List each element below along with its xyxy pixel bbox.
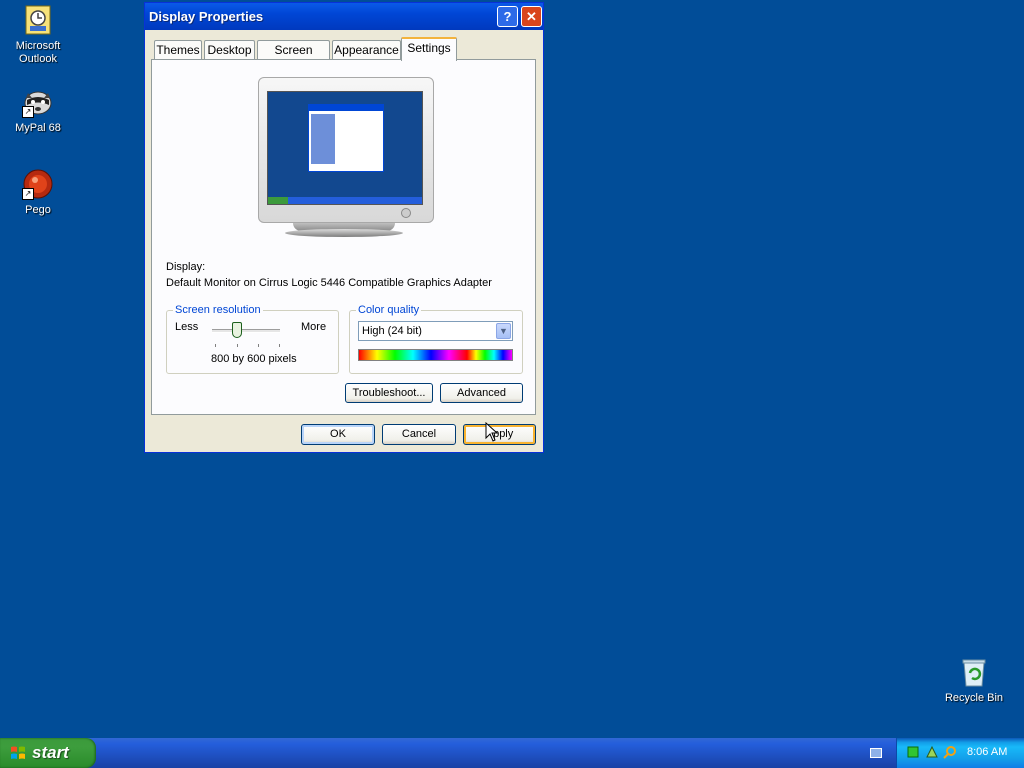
desktop-icon-recycle-bin[interactable]: Recycle Bin bbox=[936, 656, 1012, 705]
resolution-less-label: Less bbox=[175, 321, 199, 333]
display-label: Display: bbox=[166, 261, 206, 273]
apply-button[interactable]: Apply bbox=[463, 424, 536, 445]
network-icon[interactable] bbox=[907, 746, 919, 758]
system-tray: 8:06 AM bbox=[896, 738, 1024, 768]
resolution-more-label: More bbox=[301, 321, 327, 333]
chevron-down-icon[interactable]: ▼ bbox=[496, 323, 511, 339]
window-title: Display Properties bbox=[149, 9, 264, 24]
cancel-button[interactable]: Cancel bbox=[382, 424, 456, 445]
start-label: start bbox=[32, 743, 69, 762]
desktop-icon-mypal[interactable]: ↗ MyPal 68 bbox=[0, 86, 76, 135]
slider-tick bbox=[258, 344, 259, 347]
resolution-slider-track[interactable] bbox=[212, 329, 280, 333]
outlook-icon bbox=[22, 4, 54, 36]
display-adapter-name: Default Monitor on Cirrus Logic 5446 Com… bbox=[166, 277, 492, 289]
desktop-icon-label: Pego bbox=[25, 204, 51, 216]
start-button[interactable]: start bbox=[0, 738, 96, 768]
slider-tick bbox=[237, 344, 238, 347]
raccoon-icon: ↗ bbox=[22, 86, 54, 118]
recycle-bin-icon bbox=[958, 656, 990, 688]
taskbar-clock[interactable]: 8:06 AM bbox=[967, 746, 1007, 758]
monitor-power-icon bbox=[401, 208, 411, 218]
color-quality-legend: Color quality bbox=[356, 304, 422, 316]
advanced-button[interactable]: Advanced bbox=[440, 383, 523, 403]
ok-button[interactable]: OK bbox=[301, 424, 375, 445]
monitor-base bbox=[285, 229, 403, 237]
close-button[interactable]: ✕ bbox=[521, 6, 542, 27]
screen-resolution-legend: Screen resolution bbox=[173, 304, 263, 316]
desktop-icon-label: Microsoft bbox=[15, 40, 61, 52]
tab-appearance[interactable]: Appearance bbox=[332, 40, 401, 60]
resolution-value: 800 by 600 pixels bbox=[211, 353, 297, 365]
search-icon[interactable] bbox=[943, 745, 957, 759]
mini-taskbar bbox=[268, 197, 422, 204]
mini-start-button bbox=[268, 197, 288, 204]
help-button[interactable]: ? bbox=[497, 6, 518, 27]
desktop-icon-outlook[interactable]: Microsoft Outlook bbox=[0, 4, 76, 66]
resolution-slider-thumb[interactable] bbox=[232, 322, 242, 338]
tab-settings[interactable]: Settings bbox=[401, 37, 457, 61]
troubleshoot-button[interactable]: Troubleshoot... bbox=[345, 383, 433, 403]
mouse-cursor-icon bbox=[485, 422, 499, 442]
desktop-icon-label: Outlook bbox=[19, 53, 57, 65]
safely-remove-icon[interactable] bbox=[925, 745, 939, 759]
windows-logo-icon bbox=[11, 746, 25, 759]
pego-icon: ↗ bbox=[22, 168, 54, 200]
color-quality-selected: High (24 bit) bbox=[362, 325, 422, 337]
monitor-screen bbox=[267, 91, 423, 205]
shortcut-arrow-icon: ↗ bbox=[22, 106, 34, 118]
keyboard-icon[interactable] bbox=[870, 748, 882, 758]
tab-screen-saver[interactable]: Screen Saver bbox=[257, 40, 330, 75]
slider-tick bbox=[215, 344, 216, 347]
color-quality-group: Color quality bbox=[349, 304, 523, 374]
title-bar[interactable]: Display Properties ? ✕ bbox=[145, 3, 543, 30]
desktop-icon-pego[interactable]: ↗ Pego bbox=[0, 168, 76, 217]
desktop-icon-label: Recycle Bin bbox=[944, 692, 1004, 704]
desktop-icon-label: MyPal 68 bbox=[15, 122, 61, 134]
tab-themes[interactable]: Themes bbox=[154, 40, 202, 60]
color-quality-select[interactable]: High (24 bit) ▼ bbox=[358, 321, 513, 341]
display-properties-window: Display Properties ? ✕ Themes Desktop Sc… bbox=[144, 2, 544, 453]
color-spectrum-bar bbox=[358, 349, 513, 361]
slider-tick bbox=[279, 344, 280, 347]
tab-desktop[interactable]: Desktop bbox=[204, 40, 255, 60]
mini-window-preview bbox=[308, 104, 384, 172]
shortcut-arrow-icon: ↗ bbox=[22, 188, 34, 200]
